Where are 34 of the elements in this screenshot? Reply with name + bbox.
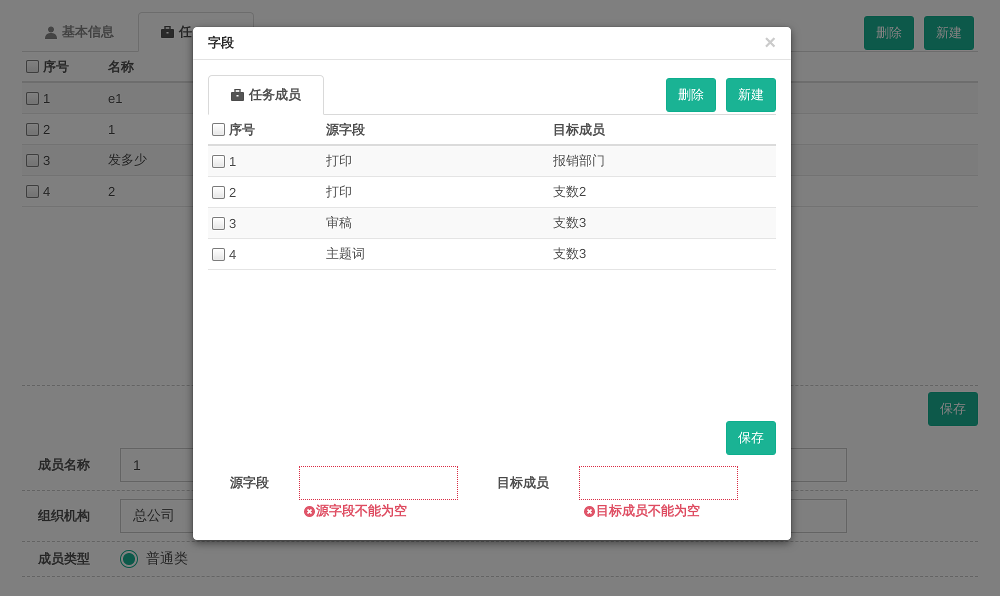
table-cell: 2 [229, 184, 236, 200]
table-cell: 2 [108, 184, 116, 198]
error-message: 目标成员不能为空 [596, 502, 700, 520]
dialog-title: 字段 [208, 34, 234, 52]
table-cell: 主题词 [326, 245, 365, 263]
table-cell: 发多少 [108, 151, 147, 169]
table-cell: 打印 [326, 183, 352, 201]
table-cell: 4 [43, 184, 50, 198]
table-cell: 2 [43, 122, 50, 136]
field-label: 目标成员 [497, 474, 550, 492]
column-header: 序号 [229, 120, 255, 138]
column-header: 目标成员 [553, 120, 605, 138]
table-cell: 支数2 [553, 183, 586, 201]
table-cell: e1 [108, 90, 122, 106]
form-label: 成员类型 [36, 550, 91, 568]
table-cell: 1 [229, 154, 236, 168]
table-cell: 1 [108, 122, 116, 136]
table-cell: 审稿 [326, 214, 352, 232]
radio-label: 普通类 [146, 550, 188, 568]
form-label: 组织机构 [36, 507, 91, 525]
table-cell: 支数3 [553, 214, 586, 232]
table-cell: 支数3 [553, 245, 586, 263]
form-label: 成员名称 [36, 456, 91, 474]
column-header: 名称 [108, 58, 134, 76]
column-header: 源字段 [326, 120, 365, 138]
field-label: 源字段 [230, 474, 270, 492]
table-cell: 1 [43, 90, 50, 106]
column-header: 序号 [43, 58, 69, 76]
table-cell: 报销部门 [553, 152, 605, 170]
table-cell: 4 [229, 246, 236, 262]
table-cell: 3 [229, 216, 236, 230]
table-cell: 打印 [326, 152, 352, 170]
error-message: 源字段不能为空 [316, 502, 407, 520]
table-cell: 3 [43, 152, 50, 168]
